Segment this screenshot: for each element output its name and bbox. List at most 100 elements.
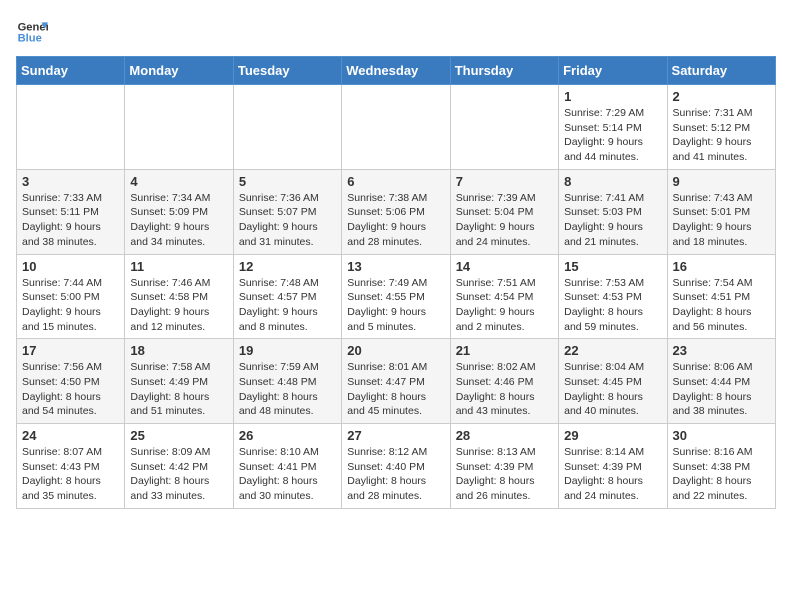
calendar-cell: 28Sunrise: 8:13 AM Sunset: 4:39 PM Dayli… <box>450 424 558 509</box>
week-row-3: 10 Sunrise: 7:44 AM Sunset: 5:00 PM Dayli… <box>17 254 776 339</box>
day-number: 26 <box>239 428 336 443</box>
cell-content: Sunrise: 8:07 AM Sunset: 4:43 PM Dayligh… <box>22 445 119 504</box>
day-number: 30 <box>673 428 770 443</box>
week-row-1: 1 Sunrise: 7:29 AM Sunset: 5:14 PM Daylig… <box>17 85 776 170</box>
weekday-monday: Monday <box>125 57 233 85</box>
calendar-cell: 23 Sunrise: 8:06 AM Sunset: 4:44 PM Dayli… <box>667 339 775 424</box>
calendar-cell: 18Sunrise: 7:58 AM Sunset: 4:49 PM Dayli… <box>125 339 233 424</box>
day-number: 10 <box>22 259 119 274</box>
calendar-cell: 1 Sunrise: 7:29 AM Sunset: 5:14 PM Daylig… <box>559 85 667 170</box>
day-number: 15 <box>564 259 661 274</box>
weekday-sunday: Sunday <box>17 57 125 85</box>
day-number: 6 <box>347 174 444 189</box>
calendar-cell: 24 Sunrise: 8:07 AM Sunset: 4:43 PM Dayli… <box>17 424 125 509</box>
day-number: 12 <box>239 259 336 274</box>
calendar-cell: 4 Sunrise: 7:34 AM Sunset: 5:09 PM Daylig… <box>125 169 233 254</box>
cell-content: Sunrise: 7:38 AM Sunset: 5:06 PM Dayligh… <box>347 191 444 250</box>
day-number: 11 <box>130 259 227 274</box>
day-number: 24 <box>22 428 119 443</box>
week-row-5: 24 Sunrise: 8:07 AM Sunset: 4:43 PM Dayli… <box>17 424 776 509</box>
weekday-thursday: Thursday <box>450 57 558 85</box>
calendar-cell: 21 Sunrise: 8:02 AM Sunset: 4:46 PM Dayli… <box>450 339 558 424</box>
day-number: 25 <box>130 428 227 443</box>
calendar-cell: 13Sunrise: 7:49 AM Sunset: 4:55 PM Dayli… <box>342 254 450 339</box>
cell-content: Sunrise: 8:06 AM Sunset: 4:44 PM Dayligh… <box>673 360 770 419</box>
cell-content: Sunrise: 8:09 AM Sunset: 4:42 PM Dayligh… <box>130 445 227 504</box>
calendar-cell: 8 Sunrise: 7:41 AM Sunset: 5:03 PM Daylig… <box>559 169 667 254</box>
calendar-cell: 12 Sunrise: 7:48 AM Sunset: 4:57 PM Dayli… <box>233 254 341 339</box>
calendar-cell: 19 Sunrise: 7:59 AM Sunset: 4:48 PM Dayli… <box>233 339 341 424</box>
calendar-cell: 30 Sunrise: 8:16 AM Sunset: 4:38 PM Dayli… <box>667 424 775 509</box>
calendar-cell <box>233 85 341 170</box>
cell-content: Sunrise: 7:31 AM Sunset: 5:12 PM Dayligh… <box>673 106 770 165</box>
day-number: 2 <box>673 89 770 104</box>
logo: General Blue <box>16 16 48 48</box>
day-number: 16 <box>673 259 770 274</box>
day-number: 8 <box>564 174 661 189</box>
cell-content: Sunrise: 7:48 AM Sunset: 4:57 PM Dayligh… <box>239 276 336 335</box>
calendar-cell: 27 Sunrise: 8:12 AM Sunset: 4:40 PM Dayli… <box>342 424 450 509</box>
calendar-cell: 2 Sunrise: 7:31 AM Sunset: 5:12 PM Daylig… <box>667 85 775 170</box>
calendar-cell: 29 Sunrise: 8:14 AM Sunset: 4:39 PM Dayli… <box>559 424 667 509</box>
calendar-cell: 3Sunrise: 7:33 AM Sunset: 5:11 PM Daylig… <box>17 169 125 254</box>
cell-content: Sunrise: 7:33 AM Sunset: 5:11 PM Dayligh… <box>22 191 119 250</box>
day-number: 1 <box>564 89 661 104</box>
weekday-tuesday: Tuesday <box>233 57 341 85</box>
weekday-header-row: SundayMondayTuesdayWednesdayThursdayFrid… <box>17 57 776 85</box>
cell-content: Sunrise: 8:10 AM Sunset: 4:41 PM Dayligh… <box>239 445 336 504</box>
calendar-cell <box>342 85 450 170</box>
day-number: 27 <box>347 428 444 443</box>
cell-content: Sunrise: 8:13 AM Sunset: 4:39 PM Dayligh… <box>456 445 553 504</box>
cell-content: Sunrise: 7:34 AM Sunset: 5:09 PM Dayligh… <box>130 191 227 250</box>
calendar-body: 1 Sunrise: 7:29 AM Sunset: 5:14 PM Daylig… <box>17 85 776 509</box>
calendar-cell: 5 Sunrise: 7:36 AM Sunset: 5:07 PM Daylig… <box>233 169 341 254</box>
day-number: 21 <box>456 343 553 358</box>
calendar-cell <box>17 85 125 170</box>
day-number: 19 <box>239 343 336 358</box>
cell-content: Sunrise: 8:04 AM Sunset: 4:45 PM Dayligh… <box>564 360 661 419</box>
calendar-cell: 20 Sunrise: 8:01 AM Sunset: 4:47 PM Dayli… <box>342 339 450 424</box>
weekday-friday: Friday <box>559 57 667 85</box>
cell-content: Sunrise: 7:29 AM Sunset: 5:14 PM Dayligh… <box>564 106 661 165</box>
day-number: 5 <box>239 174 336 189</box>
cell-content: Sunrise: 8:02 AM Sunset: 4:46 PM Dayligh… <box>456 360 553 419</box>
cell-content: Sunrise: 8:16 AM Sunset: 4:38 PM Dayligh… <box>673 445 770 504</box>
cell-content: Sunrise: 8:14 AM Sunset: 4:39 PM Dayligh… <box>564 445 661 504</box>
calendar-table: SundayMondayTuesdayWednesdayThursdayFrid… <box>16 56 776 509</box>
calendar-cell: 22 Sunrise: 8:04 AM Sunset: 4:45 PM Dayli… <box>559 339 667 424</box>
calendar-cell <box>125 85 233 170</box>
cell-content: Sunrise: 8:12 AM Sunset: 4:40 PM Dayligh… <box>347 445 444 504</box>
cell-content: Sunrise: 7:51 AM Sunset: 4:54 PM Dayligh… <box>456 276 553 335</box>
svg-text:Blue: Blue <box>18 33 42 45</box>
day-number: 22 <box>564 343 661 358</box>
cell-content: Sunrise: 7:59 AM Sunset: 4:48 PM Dayligh… <box>239 360 336 419</box>
cell-content: Sunrise: 7:53 AM Sunset: 4:53 PM Dayligh… <box>564 276 661 335</box>
day-number: 4 <box>130 174 227 189</box>
cell-content: Sunrise: 7:44 AM Sunset: 5:00 PM Dayligh… <box>22 276 119 335</box>
calendar-cell: 14 Sunrise: 7:51 AM Sunset: 4:54 PM Dayli… <box>450 254 558 339</box>
cell-content: Sunrise: 7:39 AM Sunset: 5:04 PM Dayligh… <box>456 191 553 250</box>
cell-content: Sunrise: 7:49 AM Sunset: 4:55 PM Dayligh… <box>347 276 444 335</box>
calendar-cell <box>450 85 558 170</box>
weekday-wednesday: Wednesday <box>342 57 450 85</box>
calendar-cell: 10 Sunrise: 7:44 AM Sunset: 5:00 PM Dayli… <box>17 254 125 339</box>
calendar-cell: 15 Sunrise: 7:53 AM Sunset: 4:53 PM Dayli… <box>559 254 667 339</box>
week-row-4: 17Sunrise: 7:56 AM Sunset: 4:50 PM Dayli… <box>17 339 776 424</box>
calendar-cell: 9 Sunrise: 7:43 AM Sunset: 5:01 PM Daylig… <box>667 169 775 254</box>
page-header: General Blue <box>16 16 776 48</box>
calendar-cell: 26 Sunrise: 8:10 AM Sunset: 4:41 PM Dayli… <box>233 424 341 509</box>
day-number: 29 <box>564 428 661 443</box>
day-number: 14 <box>456 259 553 274</box>
cell-content: Sunrise: 7:36 AM Sunset: 5:07 PM Dayligh… <box>239 191 336 250</box>
cell-content: Sunrise: 7:46 AM Sunset: 4:58 PM Dayligh… <box>130 276 227 335</box>
calendar-cell: 16Sunrise: 7:54 AM Sunset: 4:51 PM Dayli… <box>667 254 775 339</box>
day-number: 23 <box>673 343 770 358</box>
cell-content: Sunrise: 8:01 AM Sunset: 4:47 PM Dayligh… <box>347 360 444 419</box>
cell-content: Sunrise: 7:56 AM Sunset: 4:50 PM Dayligh… <box>22 360 119 419</box>
day-number: 9 <box>673 174 770 189</box>
cell-content: Sunrise: 7:41 AM Sunset: 5:03 PM Dayligh… <box>564 191 661 250</box>
calendar-cell: 7Sunrise: 7:39 AM Sunset: 5:04 PM Daylig… <box>450 169 558 254</box>
week-row-2: 3Sunrise: 7:33 AM Sunset: 5:11 PM Daylig… <box>17 169 776 254</box>
cell-content: Sunrise: 7:43 AM Sunset: 5:01 PM Dayligh… <box>673 191 770 250</box>
day-number: 20 <box>347 343 444 358</box>
